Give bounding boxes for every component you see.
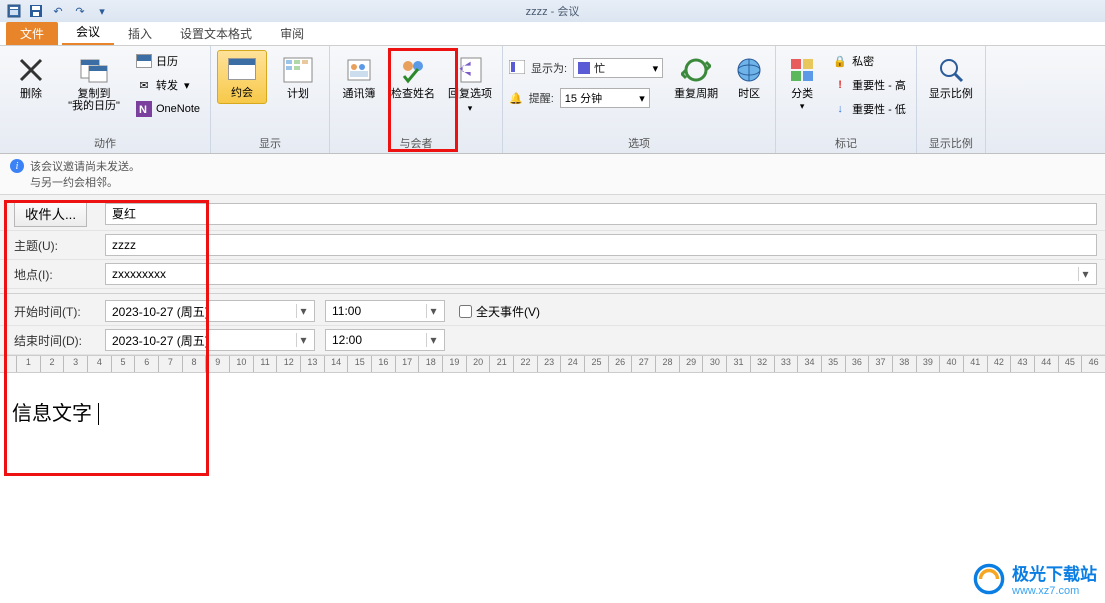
timezone-button[interactable]: 时区 <box>729 50 769 100</box>
info-text-2: 与另一约会相邻。 <box>30 174 118 190</box>
importance-low-icon: ↓ <box>832 101 848 117</box>
save-icon[interactable] <box>28 3 44 19</box>
private-button[interactable]: 🔒私密 <box>828 50 910 72</box>
response-options-icon <box>454 54 486 86</box>
ruler: 1234567891011121314151617181920212223242… <box>0 355 1105 373</box>
end-label: 结束时间(D): <box>0 332 105 349</box>
watermark-name: 极光下载站 <box>1012 560 1097 585</box>
importance-low-button[interactable]: ↓重要性 - 低 <box>828 98 910 120</box>
quick-access-toolbar: ↶ ↷ ▾ <box>0 3 110 19</box>
recurrence-button[interactable]: 重复周期 <box>669 50 723 100</box>
schedule-icon <box>282 54 314 86</box>
onenote-icon: N <box>136 101 152 117</box>
start-date-combo[interactable]: 2023-10-27 (周五)▾ <box>105 300 315 322</box>
group-actions: 删除 复制到 "我的日历" 日历 ✉转发▾ NOneNote 动作 <box>0 46 211 153</box>
categorize-icon <box>786 54 818 86</box>
group-label-zoom: 显示比例 <box>923 133 979 153</box>
onenote-button[interactable]: NOneNote <box>132 98 204 120</box>
info-bar: i 该会议邀请尚未发送。 与另一约会相邻。 <box>0 154 1105 195</box>
group-tags: 分类▾ 🔒私密 !重要性 - 高 ↓重要性 - 低 标记 <box>776 46 917 153</box>
info-text-1: 该会议邀请尚未发送。 <box>30 158 140 174</box>
subject-label: 主题(U): <box>0 237 105 254</box>
zoom-button[interactable]: 显示比例 <box>923 50 979 100</box>
to-field[interactable] <box>105 203 1097 225</box>
group-show: 约会 计划 显示 <box>211 46 330 153</box>
svg-text:N: N <box>139 104 147 116</box>
window-title: zzzz - 会议 <box>0 3 1105 19</box>
group-label-actions: 动作 <box>6 133 204 153</box>
calendar-icon <box>136 53 152 69</box>
forward-button[interactable]: ✉转发▾ <box>132 74 204 96</box>
show-as-icon <box>509 60 525 77</box>
address-book-icon <box>343 54 375 86</box>
watermark-url: www.xz7.com <box>1012 585 1097 597</box>
reminder-combo[interactable]: 15 分钟▾ <box>560 88 650 108</box>
tab-review[interactable]: 审阅 <box>266 22 318 45</box>
all-day-checkbox[interactable]: 全天事件(V) <box>459 303 540 320</box>
address-book-button[interactable]: 通讯簿 <box>336 50 382 100</box>
schedule-button[interactable]: 计划 <box>273 50 323 100</box>
end-time-combo[interactable]: 12:00▾ <box>325 329 445 351</box>
watermark: 极光下载站 www.xz7.com <box>972 560 1097 597</box>
ribbon-tabs: 文件 会议 插入 设置文本格式 审阅 <box>0 22 1105 46</box>
info-icon: i <box>10 159 24 173</box>
delete-button[interactable]: 删除 <box>6 50 56 100</box>
undo-icon[interactable]: ↶ <box>50 3 66 19</box>
ribbon: 删除 复制到 "我的日历" 日历 ✉转发▾ NOneNote 动作 约会 计划 <box>0 46 1105 154</box>
lock-icon: 🔒 <box>832 53 848 69</box>
show-as-label: 显示为: <box>531 60 567 76</box>
tab-format[interactable]: 设置文本格式 <box>166 22 266 45</box>
redo-icon[interactable]: ↷ <box>72 3 88 19</box>
qat-more-icon[interactable]: ▾ <box>94 3 110 19</box>
to-button[interactable]: 收件人... <box>14 200 87 227</box>
group-label-attendees: 与会者 <box>336 133 496 153</box>
message-body[interactable]: 信息文字 <box>0 373 1105 450</box>
show-as-combo[interactable]: 忙▾ <box>573 58 663 78</box>
globe-icon <box>733 54 765 86</box>
appointment-button[interactable]: 约会 <box>217 50 267 104</box>
check-names-icon <box>397 54 429 86</box>
zoom-icon <box>935 54 967 86</box>
tab-insert[interactable]: 插入 <box>114 22 166 45</box>
categorize-button[interactable]: 分类▾ <box>782 50 822 112</box>
app-icon[interactable] <box>6 3 22 19</box>
forward-icon: ✉ <box>136 77 152 93</box>
group-label-show: 显示 <box>217 133 323 153</box>
calendar-button[interactable]: 日历 <box>132 50 204 72</box>
watermark-icon <box>972 562 1006 596</box>
group-label-options: 选项 <box>509 133 769 153</box>
recurrence-icon <box>680 54 712 86</box>
group-label-tags: 标记 <box>782 133 910 153</box>
delete-icon <box>15 54 47 86</box>
start-label: 开始时间(T): <box>0 303 105 320</box>
tab-meeting[interactable]: 会议 <box>62 20 114 45</box>
location-label: 地点(I): <box>0 266 105 283</box>
check-names-button[interactable]: 检查姓名 <box>388 50 438 100</box>
copy-to-calendar-button[interactable]: 复制到 "我的日历" <box>62 50 126 112</box>
subject-field[interactable] <box>105 234 1097 256</box>
importance-high-button[interactable]: !重要性 - 高 <box>828 74 910 96</box>
calendar-copy-icon <box>78 54 110 86</box>
tab-file[interactable]: 文件 <box>6 22 58 45</box>
title-bar: ↶ ↷ ▾ zzzz - 会议 <box>0 0 1105 22</box>
meeting-form: 收件人... 主题(U): 地点(I): zxxxxxxxx▾ 开始时间(T):… <box>0 195 1105 355</box>
reminder-label: 提醒: <box>529 90 554 106</box>
importance-high-icon: ! <box>832 77 848 93</box>
response-options-button[interactable]: 回复选项 ▾ <box>444 50 496 114</box>
group-attendees: 通讯簿 检查姓名 回复选项 ▾ 与会者 <box>330 46 503 153</box>
reminder-icon: 🔔 <box>509 92 523 105</box>
appointment-icon <box>226 53 258 85</box>
group-options: 显示为: 忙▾ 🔔 提醒: 15 分钟▾ 重复周期 时区 选项 <box>503 46 776 153</box>
group-zoom: 显示比例 显示比例 <box>917 46 986 153</box>
start-time-combo[interactable]: 11:00▾ <box>325 300 445 322</box>
end-date-combo[interactable]: 2023-10-27 (周五)▾ <box>105 329 315 351</box>
location-field[interactable]: zxxxxxxxx▾ <box>105 263 1097 285</box>
